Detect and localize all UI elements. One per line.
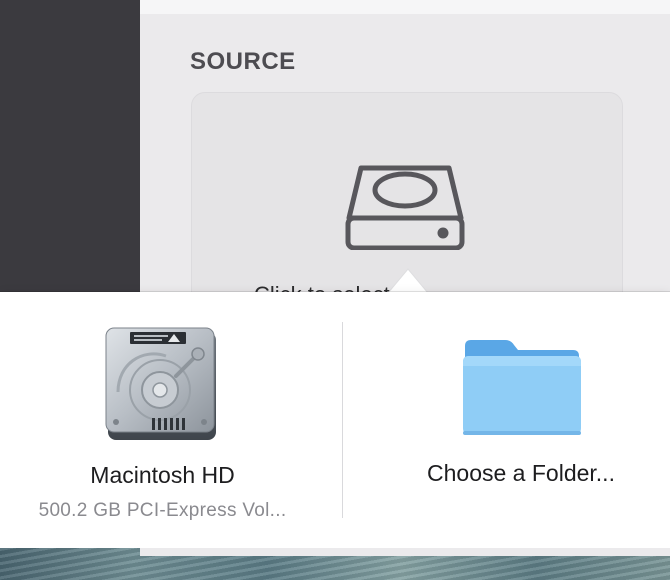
source-heading: SOURCE — [190, 48, 296, 75]
sidebar — [0, 0, 140, 292]
option-macintosh-hd-name: Macintosh HD — [90, 462, 235, 488]
option-macintosh-hd[interactable]: Macintosh HD 500.2 GB PCI-Express Vol... — [0, 292, 342, 548]
popover-arrow — [388, 268, 428, 293]
folder-icon — [463, 340, 581, 435]
hard-drive-icon — [105, 327, 216, 440]
top-band — [140, 0, 670, 14]
main-panel: SOURCE Click to select — [140, 14, 670, 312]
option-choose-folder[interactable]: Choose a Folder... — [343, 292, 670, 548]
drive-outline-icon — [345, 165, 465, 250]
option-macintosh-hd-detail: 500.2 GB PCI-Express Vol... — [38, 500, 287, 521]
source-picker-popover: Macintosh HD 500.2 GB PCI-Express Vol...… — [0, 292, 670, 548]
option-choose-folder-name: Choose a Folder... — [427, 460, 615, 486]
window-bottom-edge — [140, 548, 670, 556]
